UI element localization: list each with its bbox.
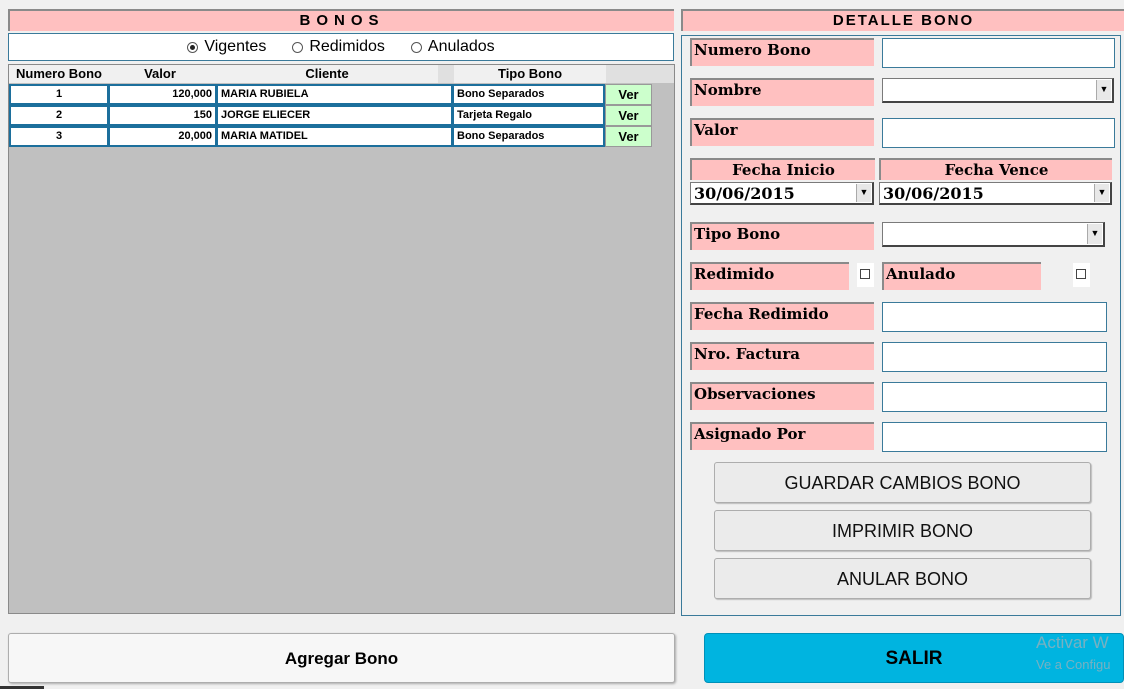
anulado-checkbox-wrap bbox=[1073, 263, 1090, 287]
table-row[interactable]: 2 150 JORGE ELIECER Tarjeta Regalo Ver bbox=[9, 105, 652, 126]
radio-vigentes[interactable]: Vigentes bbox=[187, 38, 266, 56]
activation-watermark-sub: Ve a Configu bbox=[1036, 657, 1111, 672]
agregar-bono-button[interactable]: Agregar Bono bbox=[8, 633, 675, 683]
cell-cliente[interactable]: MARIA MATIDEL bbox=[216, 126, 453, 147]
radio-circle-icon[interactable] bbox=[292, 41, 304, 53]
redimido-checkbox-wrap bbox=[857, 263, 874, 287]
ver-button[interactable]: Ver bbox=[605, 105, 652, 126]
fecha-inicio-label: Fecha Inicio bbox=[690, 158, 875, 180]
cell-valor[interactable]: 20,000 bbox=[108, 126, 217, 147]
observaciones-input[interactable] bbox=[882, 382, 1107, 412]
numero-bono-label: Numero Bono bbox=[690, 38, 874, 66]
grid-header: Numero Bono Valor Cliente Tipo Bono bbox=[9, 65, 674, 83]
fecha-inicio-picker[interactable]: 30/06/2015 ▼ bbox=[690, 182, 874, 205]
chevron-down-icon[interactable]: ▼ bbox=[856, 184, 871, 202]
asignado-por-label: Asignado Por bbox=[690, 422, 874, 450]
table-row[interactable]: 1 120,000 MARIA RUBIELA Bono Separados V… bbox=[9, 84, 652, 105]
imprimir-bono-button[interactable]: IMPRIMIR BONO bbox=[714, 510, 1091, 551]
fecha-vence-value: 30/06/2015 bbox=[883, 184, 984, 203]
radio-circle-icon[interactable] bbox=[187, 41, 199, 53]
guardar-cambios-button[interactable]: GUARDAR CAMBIOS BONO bbox=[714, 462, 1091, 503]
cell-valor[interactable]: 150 bbox=[108, 105, 217, 126]
chevron-down-icon[interactable]: ▼ bbox=[1096, 80, 1111, 100]
nombre-label: Nombre bbox=[690, 78, 874, 106]
radio-vigentes-label: Vigentes bbox=[204, 38, 267, 55]
ver-button[interactable]: Ver bbox=[605, 84, 652, 105]
col-header-spacer bbox=[606, 65, 674, 83]
tipo-bono-label: Tipo Bono bbox=[690, 222, 874, 250]
numero-bono-input[interactable] bbox=[882, 38, 1115, 68]
col-header-tipo[interactable]: Tipo Bono bbox=[454, 66, 606, 81]
cell-cliente[interactable]: JORGE ELIECER bbox=[216, 105, 453, 126]
nro-factura-label: Nro. Factura bbox=[690, 342, 874, 370]
cell-numero[interactable]: 1 bbox=[9, 84, 109, 105]
cell-tipo[interactable]: Bono Separados bbox=[452, 84, 605, 105]
table-row[interactable]: 3 20,000 MARIA MATIDEL Bono Separados Ve… bbox=[9, 126, 652, 147]
chevron-down-icon[interactable]: ▼ bbox=[1087, 224, 1102, 244]
cell-tipo[interactable]: Bono Separados bbox=[452, 126, 605, 147]
cell-numero[interactable]: 3 bbox=[9, 126, 109, 147]
col-header-spacer bbox=[438, 65, 454, 83]
cell-numero[interactable]: 2 bbox=[9, 105, 109, 126]
fecha-redimido-label: Fecha Redimido bbox=[690, 302, 874, 330]
radio-anulados[interactable]: Anulados bbox=[410, 38, 495, 56]
cell-valor[interactable]: 120,000 bbox=[108, 84, 217, 105]
col-header-valor[interactable]: Valor bbox=[109, 66, 211, 81]
col-header-cliente[interactable]: Cliente bbox=[216, 66, 438, 81]
filter-radio-group: Vigentes Redimidos Anulados bbox=[8, 33, 674, 61]
activation-watermark: Activar W bbox=[1036, 633, 1109, 652]
fecha-inicio-value: 30/06/2015 bbox=[694, 184, 795, 203]
cell-cliente[interactable]: MARIA RUBIELA bbox=[216, 84, 453, 105]
fecha-vence-label: Fecha Vence bbox=[879, 158, 1112, 180]
anulado-label: Anulado bbox=[882, 262, 1041, 290]
asignado-por-input[interactable] bbox=[882, 422, 1107, 452]
ver-button[interactable]: Ver bbox=[605, 126, 652, 147]
fecha-redimido-input[interactable] bbox=[882, 302, 1107, 332]
col-header-numero[interactable]: Numero Bono bbox=[9, 66, 109, 81]
valor-input[interactable] bbox=[882, 118, 1115, 148]
nro-factura-input[interactable] bbox=[882, 342, 1107, 372]
observaciones-label: Observaciones bbox=[690, 382, 874, 410]
tipo-bono-select[interactable]: ▼ bbox=[882, 222, 1105, 247]
bonos-title: BONOS bbox=[8, 9, 674, 31]
radio-anulados-label: Anulados bbox=[427, 38, 495, 55]
detalle-title: DETALLE BONO bbox=[681, 9, 1124, 31]
valor-label: Valor bbox=[690, 118, 874, 146]
nombre-select[interactable]: ▼ bbox=[882, 78, 1114, 103]
chevron-down-icon[interactable]: ▼ bbox=[1094, 184, 1109, 202]
radio-redimidos[interactable]: Redimidos bbox=[292, 38, 385, 56]
cell-tipo[interactable]: Tarjeta Regalo bbox=[452, 105, 605, 126]
fecha-vence-picker[interactable]: 30/06/2015 ▼ bbox=[879, 182, 1112, 205]
redimido-label: Redimido bbox=[690, 262, 849, 290]
radio-circle-icon[interactable] bbox=[410, 41, 422, 53]
anular-bono-button[interactable]: ANULAR BONO bbox=[714, 558, 1091, 599]
redimido-checkbox[interactable] bbox=[860, 269, 870, 279]
anulado-checkbox[interactable] bbox=[1076, 269, 1086, 279]
radio-redimidos-label: Redimidos bbox=[309, 38, 385, 55]
